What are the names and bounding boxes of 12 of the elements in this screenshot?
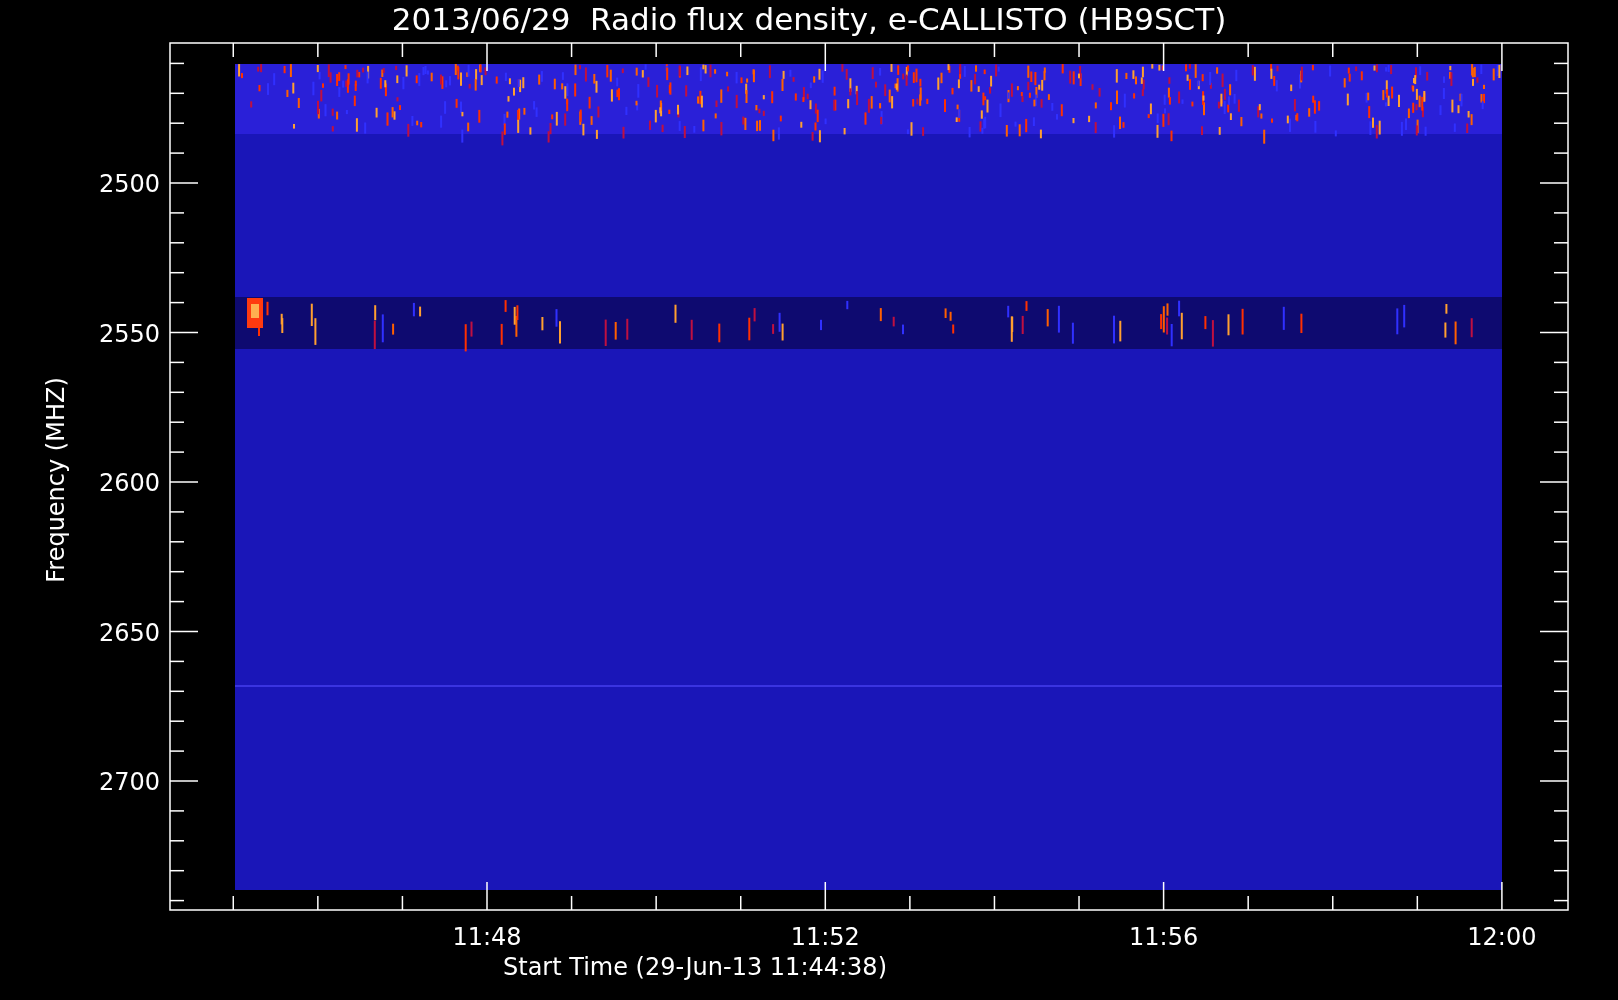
tick-label: 11:56 — [1129, 923, 1199, 951]
axis-label: Start Time (29-Jun-13 11:44:38) — [503, 953, 887, 981]
tick-label: 12:00 — [1467, 923, 1537, 951]
tick-label: 11:48 — [452, 923, 522, 951]
tick-label: 11:52 — [790, 923, 860, 951]
chart-title: 2013/06/29 Radio flux density, e-CALLISTO (HB9SCT) — [391, 1, 1227, 37]
tick-label: 2700 — [98, 768, 160, 796]
tick-label: 2500 — [98, 170, 160, 198]
tick-label: 2550 — [98, 319, 160, 348]
tick-label: 2650 — [98, 618, 160, 647]
tick-label: 2600 — [98, 469, 160, 497]
axis-label: Frequency (MHZ) — [42, 377, 70, 583]
